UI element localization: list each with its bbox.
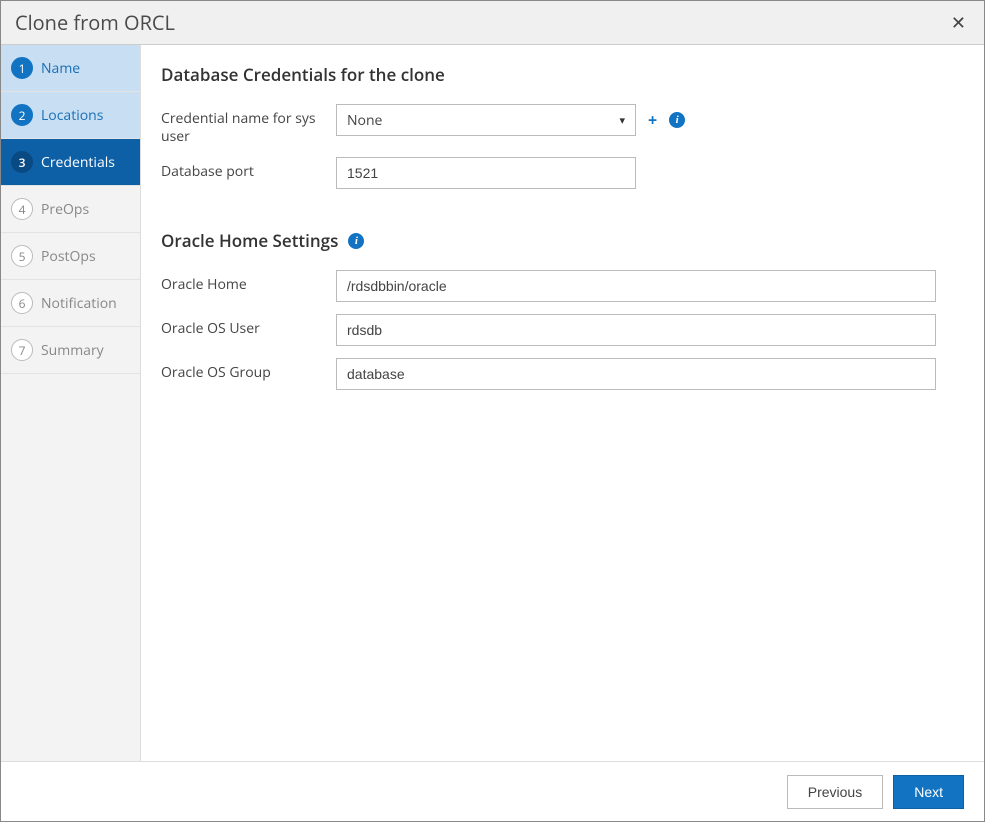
- add-credential-icon[interactable]: +: [648, 109, 657, 131]
- info-icon[interactable]: i: [669, 112, 685, 128]
- section-title-text: Oracle Home Settings: [161, 229, 338, 252]
- step-credentials[interactable]: 3 Credentials: [1, 139, 140, 186]
- modal-title: Clone from ORCL: [15, 9, 175, 36]
- step-label: Credentials: [41, 153, 115, 172]
- info-icon[interactable]: i: [348, 233, 364, 249]
- oracle-os-user-input[interactable]: [336, 314, 936, 346]
- database-port-label: Database port: [161, 157, 336, 181]
- oracle-os-user-label: Oracle OS User: [161, 314, 336, 338]
- modal-body: 1 Name 2 Locations 3 Credentials 4 PreOp…: [1, 45, 984, 761]
- chevron-down-icon: ▾: [619, 113, 625, 128]
- step-notification[interactable]: 6 Notification: [1, 280, 140, 327]
- step-locations[interactable]: 2 Locations: [1, 92, 140, 139]
- step-preops[interactable]: 4 PreOps: [1, 186, 140, 233]
- step-number: 1: [11, 57, 33, 79]
- step-number: 2: [11, 104, 33, 126]
- previous-button[interactable]: Previous: [787, 775, 883, 809]
- credential-name-label: Credential name for sys user: [161, 104, 336, 145]
- database-port-input[interactable]: [336, 157, 636, 189]
- spacer: [161, 201, 960, 229]
- wizard-sidebar: 1 Name 2 Locations 3 Credentials 4 PreOp…: [1, 45, 141, 761]
- row-credential-name: Credential name for sys user None ▾ + i: [161, 104, 960, 145]
- step-label: PostOps: [41, 247, 96, 266]
- step-number: 6: [11, 292, 33, 314]
- step-number: 4: [11, 198, 33, 220]
- db-credentials-heading: Database Credentials for the clone: [161, 63, 960, 86]
- row-database-port: Database port: [161, 157, 960, 189]
- credential-name-controls: None ▾ + i: [336, 104, 685, 136]
- clone-wizard-modal: Clone from ORCL ✕ 1 Name 2 Locations 3 C…: [0, 0, 985, 822]
- credential-name-select[interactable]: None ▾: [336, 104, 636, 136]
- row-oracle-os-group: Oracle OS Group: [161, 358, 960, 390]
- close-icon[interactable]: ✕: [945, 7, 972, 39]
- oracle-home-label: Oracle Home: [161, 270, 336, 294]
- step-label: PreOps: [41, 200, 89, 219]
- step-number: 3: [11, 151, 33, 173]
- section-title-text: Database Credentials for the clone: [161, 63, 445, 86]
- database-port-controls: [336, 157, 636, 189]
- modal-footer: Previous Next: [1, 761, 984, 821]
- modal-header: Clone from ORCL ✕: [1, 1, 984, 45]
- credential-name-value: None: [347, 111, 382, 130]
- step-name[interactable]: 1 Name: [1, 45, 140, 92]
- oracle-home-input[interactable]: [336, 270, 936, 302]
- step-label: Locations: [41, 106, 103, 125]
- step-label: Name: [41, 59, 80, 78]
- row-oracle-home: Oracle Home: [161, 270, 960, 302]
- oracle-home-heading: Oracle Home Settings i: [161, 229, 960, 252]
- step-summary[interactable]: 7 Summary: [1, 327, 140, 374]
- step-number: 5: [11, 245, 33, 267]
- step-label: Summary: [41, 341, 104, 360]
- step-label: Notification: [41, 294, 117, 313]
- next-button[interactable]: Next: [893, 775, 964, 809]
- oracle-os-group-input[interactable]: [336, 358, 936, 390]
- row-oracle-os-user: Oracle OS User: [161, 314, 960, 346]
- step-postops[interactable]: 5 PostOps: [1, 233, 140, 280]
- step-number: 7: [11, 339, 33, 361]
- oracle-os-group-label: Oracle OS Group: [161, 358, 336, 382]
- wizard-content: Database Credentials for the clone Crede…: [141, 45, 984, 761]
